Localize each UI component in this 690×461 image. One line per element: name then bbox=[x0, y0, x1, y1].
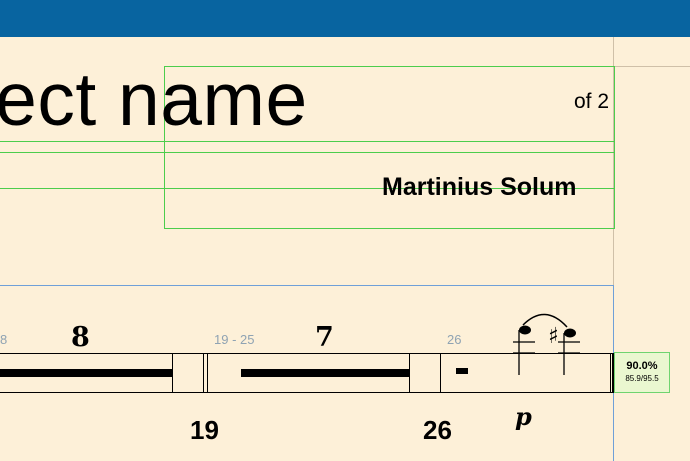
multimeasure-count: 7 bbox=[315, 322, 334, 353]
half-rest[interactable] bbox=[456, 368, 468, 374]
barline bbox=[207, 353, 208, 392]
staff-size-indicator[interactable]: 90.0% 85.9/95.5 bbox=[614, 352, 670, 393]
multimeasure-count: 8 bbox=[71, 322, 90, 353]
bar-number: 19 bbox=[190, 415, 219, 445]
barline bbox=[409, 353, 410, 392]
dynamic-marking[interactable]: p bbox=[515, 402, 532, 431]
project-title[interactable]: ject name bbox=[0, 56, 308, 142]
composer-name[interactable]: Martinius Solum bbox=[382, 173, 576, 202]
note-head[interactable] bbox=[519, 325, 531, 335]
multimeasure-rest[interactable] bbox=[0, 369, 172, 377]
sharp-accidental[interactable]: ♯ bbox=[548, 323, 559, 349]
staff-line bbox=[0, 392, 614, 393]
barline bbox=[172, 353, 173, 392]
slur bbox=[522, 313, 568, 328]
note-head[interactable] bbox=[564, 328, 576, 338]
subtitle-frame-line bbox=[0, 152, 614, 153]
final-barline bbox=[610, 353, 611, 392]
multimeasure-rest[interactable] bbox=[241, 369, 409, 377]
barline bbox=[203, 353, 204, 392]
page-margin-line bbox=[613, 66, 690, 67]
staff-size-percent: 90.0% bbox=[626, 360, 658, 372]
measure-range-label: 26 bbox=[447, 332, 462, 347]
notes-group[interactable]: ♯ bbox=[505, 305, 585, 380]
page-count: of 2 bbox=[574, 90, 610, 113]
barline bbox=[440, 353, 441, 392]
staff-size-ratio: 85.9/95.5 bbox=[625, 374, 659, 383]
app-toolbar bbox=[0, 0, 690, 37]
measure-range-label: 19 - 25 bbox=[214, 332, 255, 347]
measure-range-label: 8 bbox=[0, 332, 8, 347]
bar-number: 26 bbox=[423, 415, 452, 445]
